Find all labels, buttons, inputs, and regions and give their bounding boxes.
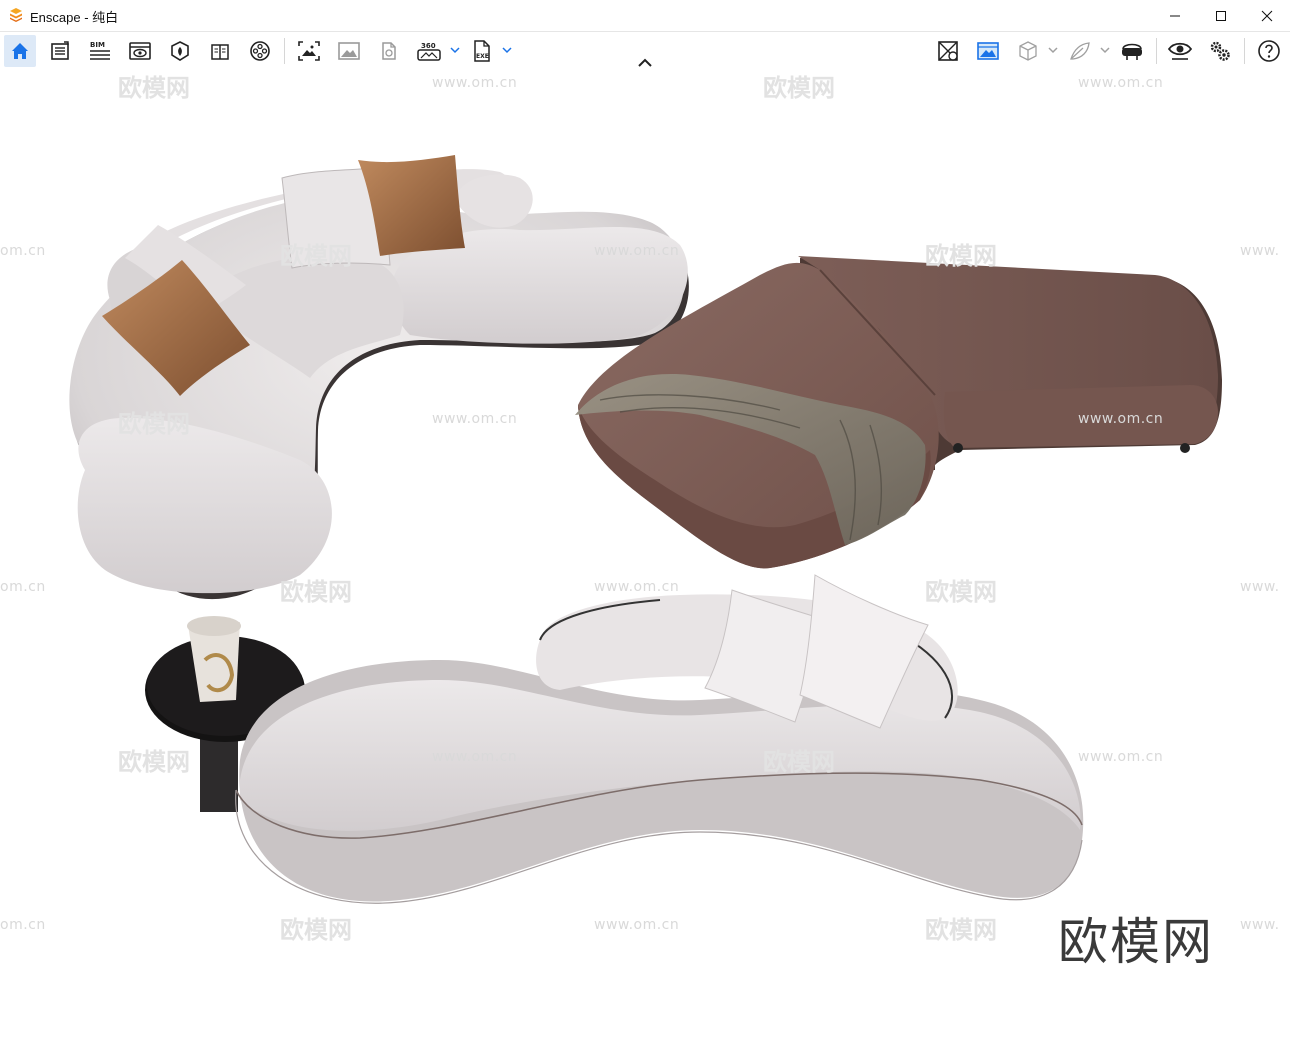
bim-label: BIM xyxy=(90,41,105,49)
bim-button[interactable]: BIM xyxy=(84,35,116,67)
watermark-url: www.om.cn xyxy=(432,749,518,765)
watermark-url: www. xyxy=(1240,579,1280,595)
export-exe-icon: EXE xyxy=(474,40,490,62)
batch-render-button[interactable] xyxy=(44,35,76,67)
export-360-button[interactable]: 360 xyxy=(413,35,445,67)
image-button[interactable] xyxy=(333,35,365,67)
chevron-down-icon xyxy=(1048,47,1058,54)
window-title: Enscape - 纯白 xyxy=(30,10,119,25)
minimize-button[interactable] xyxy=(1152,0,1198,31)
screenshot-icon xyxy=(298,41,320,61)
views-icon xyxy=(129,42,151,60)
panorama-button[interactable] xyxy=(373,35,405,67)
chevron-down-icon xyxy=(1100,47,1110,54)
settings-gears-icon xyxy=(1210,41,1230,61)
watermark-brand: 欧模网 xyxy=(280,916,352,944)
sync-views-button[interactable] xyxy=(932,35,964,67)
maximize-icon xyxy=(1216,10,1226,21)
export-exe-button[interactable]: EXE xyxy=(466,35,498,67)
watermark-url: www.om.cn xyxy=(1078,411,1164,427)
live-update-button[interactable] xyxy=(972,35,1004,67)
bim-icon: BIM xyxy=(90,41,110,60)
watermark-url: om.cn xyxy=(0,917,46,933)
close-icon xyxy=(1261,10,1273,21)
enscape-logo-icon xyxy=(10,8,22,22)
home-icon xyxy=(12,43,28,59)
sync-views-icon xyxy=(938,41,958,61)
title-bar: Enscape - 纯白 xyxy=(0,0,1290,32)
live-update-icon xyxy=(977,42,999,60)
pano-label: 360 xyxy=(421,42,436,50)
watermark-brand: 欧模网 xyxy=(118,410,190,438)
render-viewport[interactable]: 欧模网 www.om.cn 欧模网 www.om.cn om.cn 欧模网 ww… xyxy=(0,70,1290,1038)
vr-headset-icon xyxy=(1122,43,1142,60)
watermark-url: www.om.cn xyxy=(1078,749,1164,765)
panorama-icon xyxy=(382,42,396,60)
cube-button[interactable] xyxy=(1012,35,1044,67)
watermark-brand: 欧模网 xyxy=(763,748,835,776)
watermark-brand: 欧模网 xyxy=(925,242,997,270)
vr-headset-button[interactable] xyxy=(1116,35,1148,67)
maximize-button[interactable] xyxy=(1198,0,1244,31)
chevron-up-icon xyxy=(638,58,652,67)
watermark-url: www. xyxy=(1240,917,1280,933)
watermark-url: om.cn xyxy=(0,579,46,595)
watermark-url: www. xyxy=(1240,243,1280,259)
kidney-sofa xyxy=(235,574,1084,904)
cube-dropdown[interactable] xyxy=(1047,42,1059,58)
watermark-brand: 欧模网 xyxy=(118,748,190,776)
scene-render xyxy=(69,155,1222,904)
watermark-url: www.om.cn xyxy=(594,579,680,595)
asset-library-button[interactable] xyxy=(164,35,196,67)
watermark-brand: 欧模网 xyxy=(280,578,352,606)
settings-button[interactable] xyxy=(1204,35,1236,67)
close-button[interactable] xyxy=(1244,0,1290,31)
feather-button[interactable] xyxy=(1064,35,1096,67)
feather-icon xyxy=(1070,42,1090,60)
watermark-url: www.om.cn xyxy=(594,917,680,933)
toolbar-separator xyxy=(1244,38,1245,64)
watermark-brand: 欧模网 xyxy=(280,242,352,270)
watermark-url: www.om.cn xyxy=(1078,75,1164,91)
toolbar-separator xyxy=(1156,38,1157,64)
watermark-brand: 欧模网 xyxy=(118,74,190,102)
chevron-down-icon xyxy=(502,47,512,54)
feather-dropdown[interactable] xyxy=(1099,42,1111,58)
visual-settings-eye-icon xyxy=(1167,42,1193,60)
visual-settings-button[interactable] xyxy=(1164,35,1196,67)
export-360-dropdown[interactable] xyxy=(449,42,461,58)
watermark-url: www.om.cn xyxy=(594,243,680,259)
watermark-url: www.om.cn xyxy=(432,411,518,427)
watermark-url: om.cn xyxy=(0,243,46,259)
help-button[interactable] xyxy=(1253,35,1285,67)
video-editor-button[interactable] xyxy=(244,35,276,67)
export-360-icon: 360 xyxy=(417,42,441,61)
collapse-toolbar-button[interactable] xyxy=(636,56,654,70)
cube-icon xyxy=(1019,41,1037,61)
watermark-brand: 欧模网 xyxy=(925,578,997,606)
asset-library-icon xyxy=(171,41,189,61)
watermark-brand: 欧模网 xyxy=(763,74,835,102)
image-icon xyxy=(338,42,360,60)
toolbar-separator xyxy=(284,38,285,64)
chevron-down-icon xyxy=(450,47,460,54)
watermark-brand: 欧模网 xyxy=(925,916,997,944)
curved-sectional-sofa xyxy=(69,155,689,600)
export-exe-dropdown[interactable] xyxy=(501,42,513,58)
exe-label: EXE xyxy=(476,53,489,60)
views-button[interactable] xyxy=(124,35,156,67)
video-editor-icon xyxy=(250,41,270,61)
home-button[interactable] xyxy=(4,35,36,67)
minimize-icon xyxy=(1170,15,1180,16)
screenshot-button[interactable] xyxy=(293,35,325,67)
brand-logo-text: 欧模网 xyxy=(1058,913,1214,971)
batch-render-icon xyxy=(51,41,69,60)
book-icon xyxy=(211,44,229,60)
book-button[interactable] xyxy=(204,35,236,67)
watermark-url: www.om.cn xyxy=(432,75,518,91)
help-icon xyxy=(1258,40,1280,62)
